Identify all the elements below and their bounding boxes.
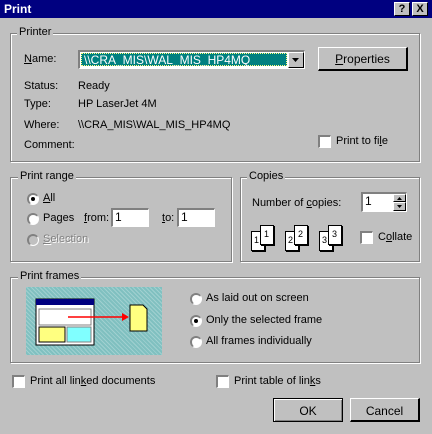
cancel-button-label: Cancel	[365, 404, 404, 418]
frames-selected-frame-radio[interactable]	[190, 315, 202, 327]
print-linked-documents-checkbox[interactable]	[12, 375, 25, 388]
ok-button[interactable]: OK	[273, 398, 343, 422]
spin-down-button[interactable]	[393, 202, 406, 211]
printer-name-selection: \\CRA_MIS\WAL_MIS_HP4MQ	[81, 53, 287, 67]
print-table-of-links-label[interactable]: Print table of links	[234, 375, 321, 387]
collate-page-3a: 3	[322, 235, 328, 245]
range-from-value: 1	[115, 210, 122, 224]
copies-spinner[interactable]: 1	[361, 192, 407, 212]
spin-down-icon	[397, 205, 402, 208]
print-to-file-label[interactable]: Print to file	[336, 135, 388, 147]
type-label: Type:	[24, 98, 51, 110]
number-of-copies-label: Number of copies:	[252, 197, 342, 209]
frames-option-label[interactable]: As laid out on screen	[206, 292, 309, 304]
close-icon: X	[416, 3, 424, 15]
help-button[interactable]: ?	[394, 2, 410, 16]
collate-page-1a: 1	[254, 235, 260, 245]
collate-page-2a: 2	[288, 235, 294, 245]
collate-checkbox[interactable]	[360, 231, 373, 244]
print-to-file-checkbox[interactable]	[318, 135, 331, 148]
help-icon: ?	[398, 3, 406, 15]
title-bar[interactable]: Print ? X	[0, 0, 432, 18]
range-selection-label[interactable]: Selection	[43, 233, 88, 245]
range-selection-radio[interactable]	[27, 234, 39, 246]
status-label: Status:	[24, 80, 59, 92]
copies-group-label: Copies	[247, 170, 286, 182]
frames-individually-radio[interactable]	[190, 336, 202, 348]
comment-label: Comment:	[24, 139, 75, 151]
where-label: Where:	[24, 119, 60, 131]
range-from-label: from:	[84, 212, 110, 224]
range-pages-label[interactable]: Pages	[43, 212, 74, 224]
range-from-input[interactable]: 1	[111, 208, 149, 227]
frames-diagram-icon	[35, 298, 148, 346]
print-linked-documents-label[interactable]: Print all linked documents	[30, 375, 155, 387]
frames-option-label[interactable]: Only the selected frame	[206, 314, 322, 326]
print-frames-group-label: Print frames	[18, 270, 82, 282]
range-to-input[interactable]: 1	[177, 208, 215, 227]
print-range-group-label: Print range	[18, 170, 76, 182]
range-to-value: 1	[181, 210, 188, 224]
print-dialog: Print ? X Printer Name: \\CRA_MIS\WAL_MI…	[0, 0, 432, 434]
frames-as-laid-out-radio[interactable]	[190, 293, 202, 305]
collate-page-2b: 2	[298, 229, 304, 239]
printer-name-value: \\CRA_MIS\WAL_MIS_HP4MQ	[84, 53, 251, 67]
frames-option-label[interactable]: All frames individually	[206, 335, 312, 347]
range-all-radio[interactable]	[27, 193, 39, 205]
chevron-down-icon	[292, 58, 299, 62]
cancel-button[interactable]: Cancel	[350, 398, 420, 422]
dialog-title: Print	[4, 2, 32, 16]
printer-name-select[interactable]: \\CRA_MIS\WAL_MIS_HP4MQ	[78, 50, 305, 69]
status-value: Ready	[78, 80, 110, 92]
dropdown-button[interactable]	[288, 52, 304, 68]
where-value: \\CRA_MIS\WAL_MIS_HP4MQ	[78, 119, 231, 131]
spin-up-button[interactable]	[393, 194, 406, 202]
collate-illustration: 1 1 2 2 3 3	[251, 225, 351, 255]
copies-value: 1	[365, 194, 372, 208]
printer-group-label: Printer	[17, 26, 54, 38]
range-all-label[interactable]: All	[43, 192, 55, 204]
collate-page-1b: 1	[264, 229, 270, 239]
close-button[interactable]: X	[412, 2, 428, 16]
print-table-of-links-checkbox[interactable]	[216, 375, 229, 388]
frames-preview	[26, 287, 162, 355]
collate-label[interactable]: Collate	[378, 231, 412, 243]
type-value: HP LaserJet 4M	[78, 98, 157, 110]
range-to-label: to:	[162, 212, 175, 224]
collate-page-3b: 3	[332, 229, 338, 239]
properties-button[interactable]: Properties	[318, 47, 408, 71]
ok-button-label: OK	[299, 404, 317, 418]
range-pages-radio[interactable]	[27, 213, 39, 225]
spin-up-icon	[397, 197, 402, 200]
properties-button-label: Properties	[335, 52, 390, 66]
printer-name-label: Name:	[24, 53, 57, 65]
